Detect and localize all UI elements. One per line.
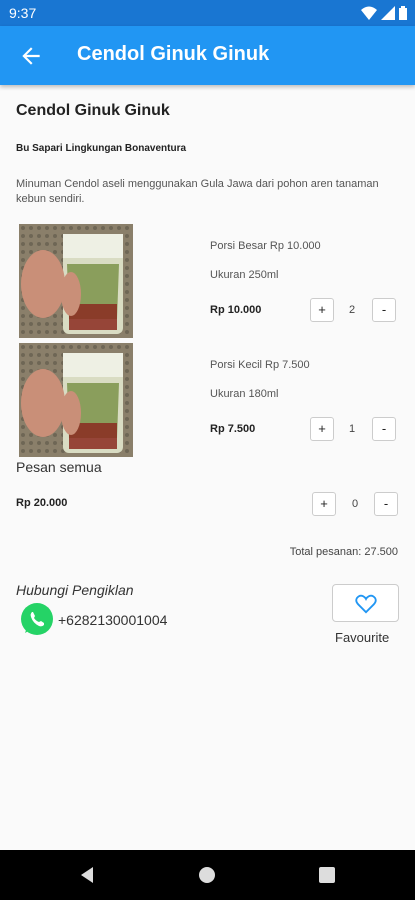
app-bar: Cendol Ginuk Ginuk	[0, 26, 415, 85]
back-arrow-icon[interactable]	[18, 43, 44, 69]
quantity-value: 1	[348, 423, 356, 435]
decrement-button[interactable]: -	[372, 417, 396, 441]
order-all-quantity: 0	[351, 498, 359, 510]
decrement-button[interactable]: -	[372, 298, 396, 322]
option-price: Rp 7.500	[210, 423, 256, 435]
status-bar: 9:37	[0, 0, 415, 26]
status-icons	[361, 6, 407, 20]
option-price: Rp 10.000	[210, 304, 262, 316]
system-nav-bar	[0, 850, 415, 900]
nav-back-icon[interactable]	[79, 867, 95, 883]
order-total: Total pesanan: 27.500	[289, 546, 398, 558]
option-name: Porsi Besar Rp 10.000	[210, 240, 321, 252]
favourite-button[interactable]	[332, 584, 399, 622]
nav-recents-icon[interactable]	[319, 867, 335, 883]
product-title: Cendol Ginuk Ginuk	[16, 102, 170, 119]
quantity-value: 2	[348, 304, 356, 316]
signal-icon	[381, 6, 395, 20]
option-size: Ukuran 180ml	[210, 388, 279, 400]
status-time: 9:37	[9, 5, 37, 21]
favourite-label: Favourite	[335, 630, 390, 645]
wifi-icon	[361, 6, 377, 20]
heart-icon	[355, 594, 377, 614]
battery-icon	[399, 6, 407, 20]
order-all-decrement-button[interactable]: -	[374, 492, 398, 516]
whatsapp-icon[interactable]	[20, 602, 54, 636]
nav-home-icon[interactable]	[199, 867, 215, 883]
increment-button[interactable]: +	[310, 417, 334, 441]
app-bar-title: Cendol Ginuk Ginuk	[77, 43, 270, 65]
option-size: Ukuran 250ml	[210, 269, 279, 281]
product-image	[19, 224, 133, 338]
contact-label: Hubungi Pengiklan	[16, 582, 134, 598]
product-description: Minuman Cendol aseli menggunakan Gula Ja…	[16, 178, 379, 205]
increment-button[interactable]: +	[310, 298, 334, 322]
option-name: Porsi Kecil Rp 7.500	[210, 359, 310, 371]
order-all-label: Pesan semua	[16, 459, 102, 475]
seller-name: Bu Sapari Lingkungan Bonaventura	[16, 143, 187, 154]
product-image	[19, 343, 133, 457]
contact-phone[interactable]: +6282130001004	[58, 612, 167, 628]
order-all-price: Rp 20.000	[16, 497, 68, 509]
order-all-increment-button[interactable]: +	[312, 492, 336, 516]
